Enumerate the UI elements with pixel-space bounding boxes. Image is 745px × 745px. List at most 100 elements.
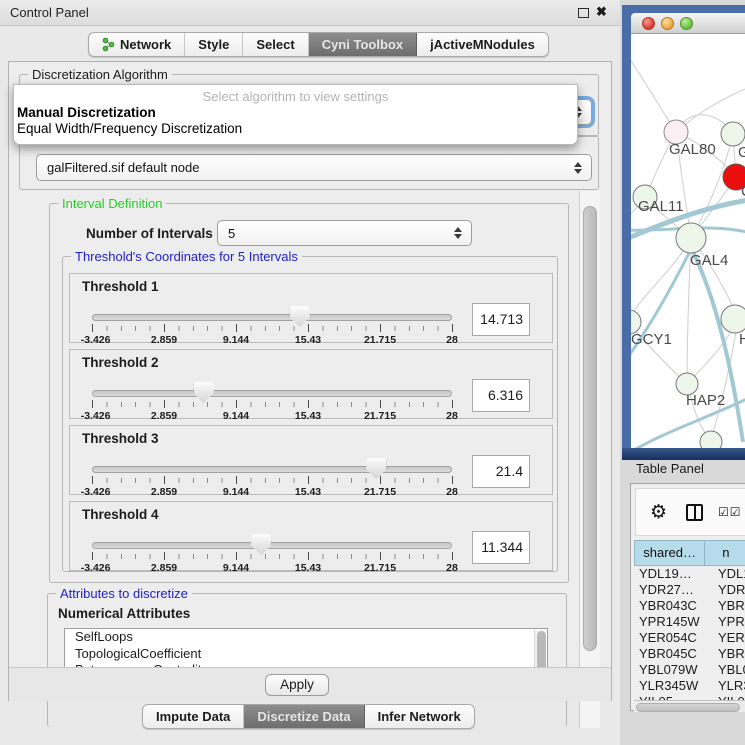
apply-strip: Apply — [9, 667, 611, 701]
table-row[interactable]: YBR045CYBR0 — [634, 646, 745, 662]
slider-track[interactable] — [92, 542, 452, 549]
scrollbar-thumb[interactable] — [636, 703, 740, 712]
slider-thumb[interactable] — [366, 458, 386, 479]
column-header-shared-name[interactable]: shared… — [634, 540, 705, 566]
apply-button[interactable]: Apply — [265, 674, 329, 696]
maximize-traffic-light-icon[interactable] — [680, 17, 693, 30]
threshold-label: Threshold 3 — [82, 431, 159, 446]
table-row[interactable]: YPR145WYPR1 — [634, 614, 745, 630]
slider-ticks — [92, 478, 452, 483]
slider-ticks — [92, 402, 452, 407]
table-row[interactable]: YER054CYER0 — [634, 630, 745, 646]
minimize-traffic-light-icon[interactable] — [661, 17, 674, 30]
node-gal4[interactable] — [676, 223, 706, 253]
popup-option-equal-width-frequency[interactable]: Equal Width/Frequency Discretization — [17, 121, 242, 136]
panel-title: Control Panel — [10, 5, 89, 20]
tab-impute-data[interactable]: Impute Data — [143, 705, 244, 728]
table-data-combo[interactable]: galFiltered.sif default node — [36, 154, 592, 181]
table-data-combo-value: galFiltered.sif default node — [47, 160, 199, 175]
cell: YLR3 — [713, 678, 745, 694]
tick-label: 9.144 — [223, 334, 249, 346]
table-row[interactable]: YDR27…YDR2 — [634, 582, 745, 598]
popup-hint: Select algorithm to view settings — [14, 89, 577, 104]
node-label-gal80: GAL80 — [669, 141, 716, 158]
slider-track[interactable] — [92, 466, 452, 473]
threshold-slider[interactable]: -3.426 2.859 9.144 15.43 21.715 28 — [92, 386, 452, 416]
top-tab-bar: Network Style Select Cyni Toolbox jActiv… — [88, 32, 549, 57]
node-label-gcy1: GCY1 — [631, 331, 672, 348]
threshold-value-field[interactable]: 11.344 — [472, 531, 530, 564]
tab-network[interactable]: Network — [89, 33, 185, 56]
close-traffic-light-icon[interactable] — [642, 17, 655, 30]
threshold-slider[interactable]: -3.426 2.859 9.144 15.43 21.715 28 — [92, 310, 452, 340]
node-label-gal11: GAL11 — [638, 198, 684, 215]
thresholds-group: Threshold's Coordinates for 5 Intervals … — [62, 256, 558, 572]
node-bottom[interactable] — [700, 431, 722, 448]
threshold-value-field[interactable]: 6.316 — [472, 379, 530, 412]
table-row[interactable]: YDL19…YDL1 — [634, 566, 745, 582]
tick-label: 28 — [446, 410, 458, 422]
tab-select[interactable]: Select — [243, 33, 308, 56]
float-window-icon[interactable] — [578, 8, 589, 18]
number-of-intervals-label: Number of Intervals — [86, 226, 213, 241]
tick-label: 15.43 — [295, 334, 321, 346]
scrollbar-thumb[interactable] — [583, 206, 597, 651]
panel-scrollbar[interactable] — [579, 191, 600, 728]
number-of-intervals-spinner[interactable]: 5 — [217, 220, 472, 246]
table-h-scrollbar[interactable] — [634, 700, 745, 712]
close-icon[interactable]: ✖ — [596, 4, 607, 20]
control-panel: Control Panel ✖ Network Style Select Cyn… — [0, 0, 620, 745]
threshold-value-field[interactable]: 14.713 — [472, 303, 530, 336]
slider-track[interactable] — [92, 390, 452, 397]
cyni-toolbox-panel: Discretization Algorithm Table Data galF… — [8, 61, 612, 701]
list-item[interactable]: SelfLoops — [65, 629, 547, 646]
table-row[interactable]: YBL079WYBL0 — [634, 662, 745, 678]
node-h[interactable] — [721, 305, 745, 333]
table-row[interactable]: YBR043CYBR0 — [634, 598, 745, 614]
slider-thumb[interactable] — [251, 534, 271, 555]
tab-infer-network[interactable]: Infer Network — [365, 705, 474, 728]
threshold-slider[interactable]: -3.426 2.859 9.144 15.43 21.715 28 — [92, 538, 452, 568]
node-label-cut-c: C — [741, 183, 745, 200]
tab-jactivemnodules[interactable]: jActiveMNodules — [417, 33, 548, 56]
settings-scroll-pane: Interval Definition Number of Intervals … — [17, 191, 605, 728]
control-panel-titlebar: Control Panel ✖ — [0, 0, 620, 26]
threshold-row: Threshold 3 -3.426 2.859 9.144 15.43 21.… — [69, 425, 553, 495]
column-header-name[interactable]: n — [705, 540, 745, 566]
node-label-cut-ga: GA — [738, 144, 745, 161]
checkboxes-icon[interactable]: ☑☑ — [718, 505, 742, 519]
tab-discretize-data[interactable]: Discretize Data — [244, 705, 364, 728]
tick-label: 21.715 — [364, 410, 396, 422]
gear-icon[interactable]: ⚙ — [650, 501, 667, 523]
list-item[interactable]: TopologicalCoefficient — [65, 646, 547, 663]
slider-track[interactable] — [92, 314, 452, 321]
node-top-right[interactable] — [721, 122, 745, 146]
threshold-label: Threshold 1 — [82, 279, 159, 294]
number-of-intervals-value: 5 — [228, 226, 235, 241]
threshold-slider[interactable]: -3.426 2.859 9.144 15.43 21.715 28 — [92, 462, 452, 492]
threshold-value-field[interactable]: 21.4 — [472, 455, 530, 488]
tick-label: 9.144 — [223, 410, 249, 422]
network-canvas[interactable]: GAL80 GA C GAL11 GAL4 GCY1 H HAP2 — [631, 34, 745, 448]
network-window-titlebar — [631, 13, 745, 34]
cell: YLR345W — [634, 678, 713, 694]
tick-label: 21.715 — [364, 562, 396, 574]
slider-thumb[interactable] — [290, 306, 310, 327]
slider-thumb[interactable] — [194, 382, 214, 403]
cell: YPR145W — [634, 614, 713, 630]
node-label-cut-h: H — [739, 331, 745, 348]
tick-label: 21.715 — [364, 334, 396, 346]
table-row[interactable]: YLR345WYLR3 — [634, 678, 745, 694]
columns-icon[interactable] — [686, 504, 703, 521]
threshold-row: Threshold 4 -3.426 2.859 9.144 15.43 21.… — [69, 501, 553, 571]
tab-cyni-toolbox[interactable]: Cyni Toolbox — [309, 33, 417, 56]
cell: YER054C — [634, 630, 713, 646]
slider-ticks — [92, 554, 452, 559]
node-table: shared… n YDL19…YDL1 YDR27…YDR2 YBR043CY… — [634, 540, 745, 700]
tab-impute-data-label: Impute Data — [156, 709, 230, 724]
right-column: GAL80 GA C GAL11 GAL4 GCY1 H HAP2 Table … — [620, 0, 745, 745]
thresholds-group-title: Threshold's Coordinates for 5 Intervals — [71, 249, 302, 264]
popup-option-manual-discretization[interactable]: Manual Discretization — [17, 105, 156, 120]
tab-style[interactable]: Style — [185, 33, 243, 56]
cell: YDR2 — [713, 582, 745, 598]
